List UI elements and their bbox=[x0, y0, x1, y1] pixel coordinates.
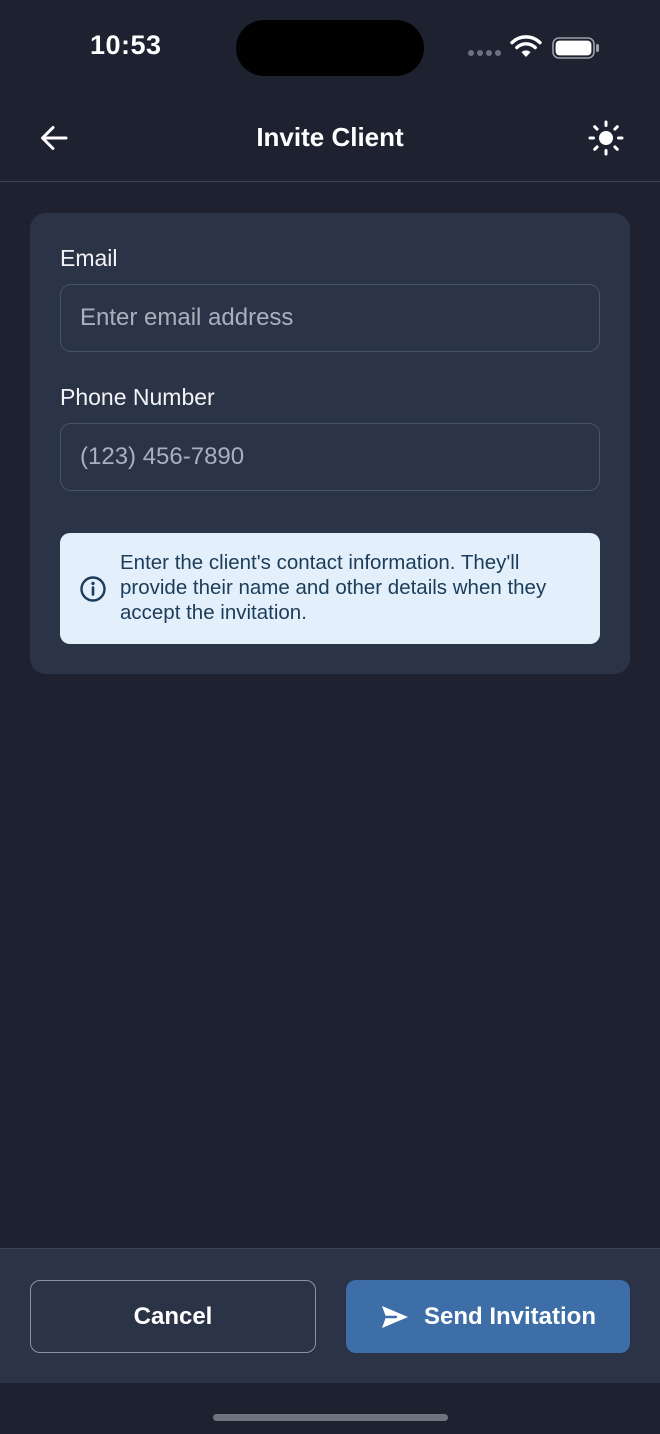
app-header: Invite Client bbox=[0, 96, 660, 182]
home-indicator bbox=[213, 1414, 448, 1421]
bottom-action-bar: Cancel Send Invitation bbox=[0, 1248, 660, 1383]
send-icon bbox=[381, 1305, 408, 1328]
status-time: 10:53 bbox=[90, 30, 162, 60]
phone-label: Phone Number bbox=[60, 384, 215, 410]
theme-toggle-button[interactable] bbox=[584, 116, 628, 160]
sun-icon bbox=[588, 120, 624, 156]
info-text: Enter the client's contact information. … bbox=[120, 551, 547, 624]
phone-field[interactable] bbox=[60, 423, 600, 491]
send-invitation-label: Send Invitation bbox=[423, 1302, 596, 1330]
status-bar: 10:53 bbox=[0, 0, 660, 96]
battery-icon bbox=[552, 37, 599, 59]
email-label: Email bbox=[60, 245, 118, 271]
cellular-icon bbox=[468, 50, 501, 56]
cancel-button[interactable]: Cancel bbox=[30, 1280, 316, 1353]
send-invitation-button[interactable]: Send Invitation bbox=[346, 1280, 630, 1353]
invite-client-screen: 10:53 Invite Client Email Enter email ad… bbox=[0, 0, 660, 1434]
info-icon bbox=[80, 576, 106, 602]
page-title: Invite Client bbox=[256, 122, 404, 152]
dynamic-island bbox=[236, 20, 424, 76]
info-notice: Enter the client's contact information. … bbox=[60, 533, 600, 644]
email-field[interactable] bbox=[60, 284, 600, 352]
invite-form-card: Email Phone Number Enter the client's co… bbox=[30, 213, 630, 674]
wifi-icon bbox=[510, 35, 542, 57]
